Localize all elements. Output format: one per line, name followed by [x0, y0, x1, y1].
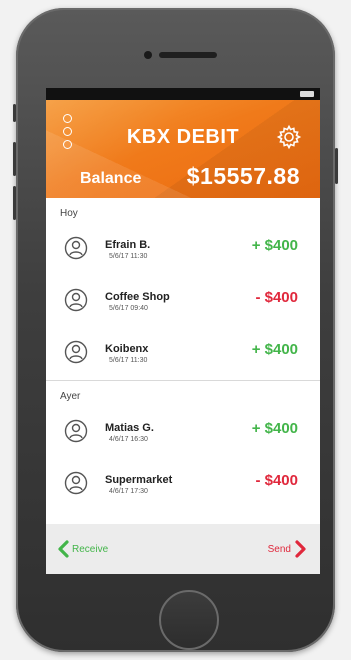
- transaction-amount: - $400: [255, 472, 298, 489]
- transaction-name: Matias G.: [105, 422, 154, 434]
- transaction-name: Efrain B.: [105, 239, 151, 251]
- section-label: Ayer: [60, 391, 81, 402]
- status-bar: [46, 88, 320, 107]
- transaction-date: 5/6/17 11:30: [109, 357, 148, 364]
- transaction-row[interactable]: Koibenx 5/6/17 11:30 + $400: [46, 326, 320, 378]
- transaction-amount: + $400: [251, 420, 298, 437]
- transaction-date: 5/6/17 11:30: [109, 253, 148, 260]
- transaction-section: Hoy Efrain B. 5/6/17 11:30 + $400 Coffee…: [46, 198, 320, 378]
- receive-button[interactable]: Receive: [56, 540, 108, 558]
- app-screen: KBX DEBIT Balance $15557.88 Hoy Efrain B…: [46, 88, 320, 574]
- user-icon: [64, 471, 88, 495]
- transaction-amount: + $400: [251, 237, 298, 254]
- send-label: Send: [267, 543, 291, 555]
- home-button[interactable]: [159, 590, 219, 650]
- user-icon: [64, 419, 88, 443]
- user-icon: [64, 236, 88, 260]
- app-header: KBX DEBIT Balance $15557.88: [46, 100, 320, 198]
- balance-label: Balance: [80, 170, 142, 187]
- chevron-right-icon: [295, 540, 306, 558]
- receive-label: Receive: [72, 543, 109, 555]
- battery-icon: [300, 91, 314, 97]
- transaction-date: 4/6/17 16:30: [109, 436, 148, 443]
- volume-up-button: [13, 142, 16, 176]
- chevron-left-icon: [58, 540, 69, 558]
- transaction-name: Supermarket: [105, 474, 173, 486]
- balance-value: $15557.88: [186, 163, 300, 189]
- gear-icon[interactable]: [276, 124, 302, 150]
- transaction-row[interactable]: Matias G. 4/6/17 16:30 + $400: [46, 405, 320, 457]
- transaction-row[interactable]: Supermarket 4/6/17 17:30 - $400: [46, 457, 320, 509]
- user-icon: [64, 340, 88, 364]
- front-camera: [144, 51, 152, 59]
- action-footer: Receive Send: [46, 524, 320, 574]
- silent-switch: [13, 104, 16, 122]
- signal-icon: [51, 92, 75, 107]
- volume-down-button: [13, 186, 16, 220]
- transaction-row[interactable]: Coffee Shop 5/6/17 09:40 - $400: [46, 274, 320, 326]
- transaction-amount: + $400: [251, 341, 298, 358]
- transaction-name: Koibenx: [105, 343, 149, 355]
- transaction-name: Coffee Shop: [105, 291, 170, 303]
- power-button: [335, 148, 338, 184]
- transaction-amount: - $400: [255, 289, 298, 306]
- transaction-row[interactable]: Efrain B. 5/6/17 11:30 + $400: [46, 222, 320, 274]
- user-icon: [64, 288, 88, 312]
- section-label: Hoy: [60, 208, 78, 219]
- transaction-date: 4/6/17 17:30: [109, 488, 148, 495]
- transaction-section: Ayer Matias G. 4/6/17 16:30 + $400 Super…: [46, 381, 320, 509]
- transaction-date: 5/6/17 09:40: [109, 305, 148, 312]
- earpiece-speaker: [159, 52, 217, 58]
- send-button[interactable]: Send: [268, 540, 308, 558]
